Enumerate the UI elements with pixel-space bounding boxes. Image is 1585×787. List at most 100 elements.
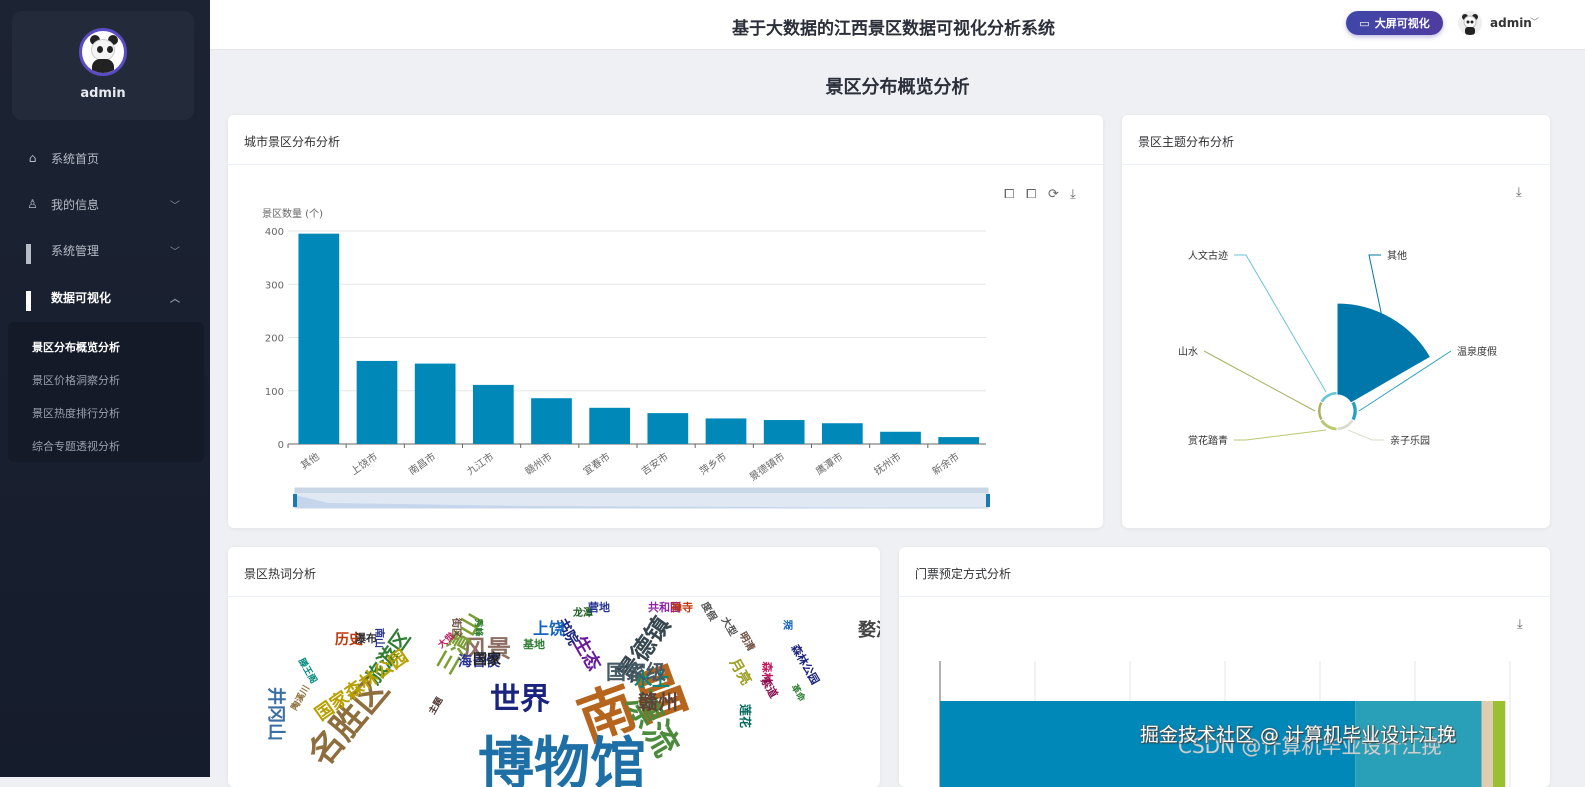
avatar[interactable] <box>79 28 127 76</box>
label-line <box>1234 429 1327 441</box>
rose-slice-温泉度假 <box>1350 400 1358 422</box>
word-cloud-word: 陶溪川 <box>289 684 313 713</box>
x-tick-label: 宜春市 <box>581 450 613 478</box>
home-icon: ⌂ <box>28 150 37 165</box>
rose-slice-其他 <box>1336 302 1432 404</box>
profile-card: admin <box>12 11 194 120</box>
user-icon: ♙ <box>27 196 38 211</box>
stacked-segment-3 <box>1492 701 1506 787</box>
city-distribution-card: 城市景区分布分析 景区数量 (个) 0 100 200 300 400 其他 上饶市 南昌市 九江… <box>228 115 1103 528</box>
x-tick-label: 吉安市 <box>639 450 671 478</box>
label-line <box>1347 429 1384 441</box>
chevron-down-icon[interactable]: ﹀ <box>1530 15 1539 28</box>
y-tick-label: 400 <box>265 227 284 238</box>
page-title: 景区分布概览分析 <box>825 77 970 98</box>
grid-icon <box>26 290 39 311</box>
zoom-reset-icon: ⧠ <box>1026 187 1036 202</box>
profile-username: admin <box>80 86 126 101</box>
zoom-icon: ⧠ <box>1004 187 1014 202</box>
slice-label: 温泉度假 <box>1457 345 1497 358</box>
rose-slice-赏花踏青 <box>1319 418 1338 432</box>
sidebar-item-label: 数据可视化 <box>51 290 112 305</box>
word-cloud-word: 禅寺 <box>671 601 693 614</box>
theme-distribution-card: 景区主题分布分析 ⤓ 其他 温泉度假 亲子乐园 赏花踏青 山水 人文古迹 <box>1122 115 1550 528</box>
word-cloud-word: 博物馆 <box>478 732 646 787</box>
bar-吉安市 <box>647 413 689 444</box>
submenu-item-topic[interactable]: 综合专题透视分析 <box>32 438 120 454</box>
sidebar-item-data-vis[interactable]: 数据可视化 ︿ <box>0 277 210 317</box>
word-cloud-word: 基地 <box>523 638 545 651</box>
x-tick-label: 新余市 <box>930 450 962 478</box>
chevron-up-icon: ︿ <box>170 293 180 305</box>
x-tick-label: 萍乡市 <box>697 450 729 478</box>
card-title: 门票预定方式分析 <box>899 547 1550 597</box>
header-username[interactable]: admin <box>1490 16 1532 30</box>
submenu-item-overview[interactable]: 景区分布概览分析 <box>32 339 120 355</box>
sidebar-item-label: 系统首页 <box>51 151 100 166</box>
stacked-segment-2 <box>1481 701 1493 787</box>
bar-赣州市 <box>531 398 572 444</box>
x-tick-label: 鹰潭市 <box>813 450 845 478</box>
slice-label: 人文古迹 <box>1188 249 1228 262</box>
hotword-card: 景区热词分析 南昌 博物馆 漂流 世界 名胜区 风景 景德镇 旅游区 国家森林公园 三清山 井冈山婺… <box>228 547 880 787</box>
bar-九江市 <box>472 384 514 444</box>
card-title: 景区热词分析 <box>228 547 880 597</box>
submenu-item-price[interactable]: 景区价格洞察分析 <box>32 372 120 388</box>
bar-南昌市 <box>414 363 456 444</box>
header: 基于大数据的江西景区数据可视化分析系统 ▭ 大屏可视化 admin ﹀ <box>210 0 1585 50</box>
word-cloud-word: 婺源 <box>858 620 880 641</box>
slice-label: 亲子乐园 <box>1390 434 1430 447</box>
bigscreen-button[interactable]: ▭ 大屏可视化 <box>1346 11 1443 35</box>
word-cloud-word: 革命 <box>788 682 807 704</box>
city-bar-chart: 景区数量 (个) 0 100 200 300 400 其他 上饶市 南昌市 九江市 赣州市 宜春市 吉安… <box>262 187 1076 509</box>
word-cloud-word: 国家 <box>473 652 501 668</box>
sidebar-item-home[interactable]: ⌂ 系统首页 <box>0 138 210 178</box>
x-tick-label: 南昌市 <box>406 450 438 478</box>
rose-slice-人文古迹 <box>1319 390 1338 404</box>
word-cloud-word: 湖 <box>783 621 793 632</box>
word-cloud-word: 大型 <box>718 615 739 639</box>
y-tick-label: 100 <box>265 387 284 398</box>
word-cloud-word: 莲花 <box>738 703 753 729</box>
bar-上饶市 <box>356 360 398 444</box>
chevron-down-icon: ﹀ <box>170 246 180 258</box>
bar-萍乡市 <box>705 418 747 444</box>
sidebar-item-system[interactable]: 系统管理 ﹀ <box>0 230 210 270</box>
x-tick-label: 上饶市 <box>348 450 380 478</box>
word-cloud-word: 赣州 <box>638 690 678 714</box>
submenu-item-hot[interactable]: 景区热度排行分析 <box>32 405 120 421</box>
word-cloud-word: 南山 <box>373 628 384 648</box>
monitor-icon: ▭ <box>1359 16 1370 30</box>
sidebar-item-label: 系统管理 <box>51 243 100 258</box>
word-cloud-word: 明清 <box>736 630 757 654</box>
label-line <box>1203 350 1316 412</box>
bar-鹰潭市 <box>821 423 863 444</box>
word-cloud-word: 营地 <box>588 601 610 614</box>
label-line <box>1234 254 1327 393</box>
word-cloud-word: 上饶 <box>533 619 566 638</box>
sidebar: admin ⌂ 系统首页 ♙ 我的信息 ﹀ 系统管理 ﹀ 数据可视化 ︿ 景区分布概览分析… <box>0 0 210 777</box>
chevron-down-icon: ﹀ <box>170 200 180 212</box>
watermark: 掘金技术社区 @ 计算机毕业设计江挽 <box>1140 724 1457 746</box>
word-cloud-word: 井冈山 <box>265 687 286 741</box>
word-cloud-word: 月亮 <box>726 655 754 689</box>
restore-icon: ⟳ <box>1048 187 1059 202</box>
x-tick-label: 景德镇市 <box>747 450 787 484</box>
theme-rose-chart: 其他温泉度假亲子乐园 赏花踏青 山水 人文古迹 <box>1178 249 1497 447</box>
data-zoom-handle-bar <box>295 488 988 493</box>
word-cloud-word: 度假 <box>698 600 719 624</box>
header-avatar[interactable] <box>1458 11 1482 35</box>
bigscreen-label: 大屏可视化 <box>1374 17 1430 30</box>
bar-新余市 <box>938 437 980 444</box>
x-tick-label: 九江市 <box>464 450 496 478</box>
word-cloud: 南昌博物馆漂流世界名胜区风景景德镇旅游区国家森林公园三清山井冈山婺源赣州水上生态… <box>228 597 880 787</box>
word-cloud-word: 索道 <box>757 674 781 701</box>
word-cloud-word: 森林公园 <box>788 642 822 687</box>
bar-其他 <box>298 233 340 444</box>
sidebar-item-my-info[interactable]: ♙ 我的信息 ﹀ <box>0 184 210 224</box>
word-cloud-word: 滕王阁 <box>295 657 319 686</box>
x-tick-label: 其他 <box>298 450 322 472</box>
rose-slice-山水 <box>1317 400 1324 422</box>
x-tick-label: 抚州市 <box>871 450 903 478</box>
word-cloud-word: 秀峰 <box>472 618 483 637</box>
